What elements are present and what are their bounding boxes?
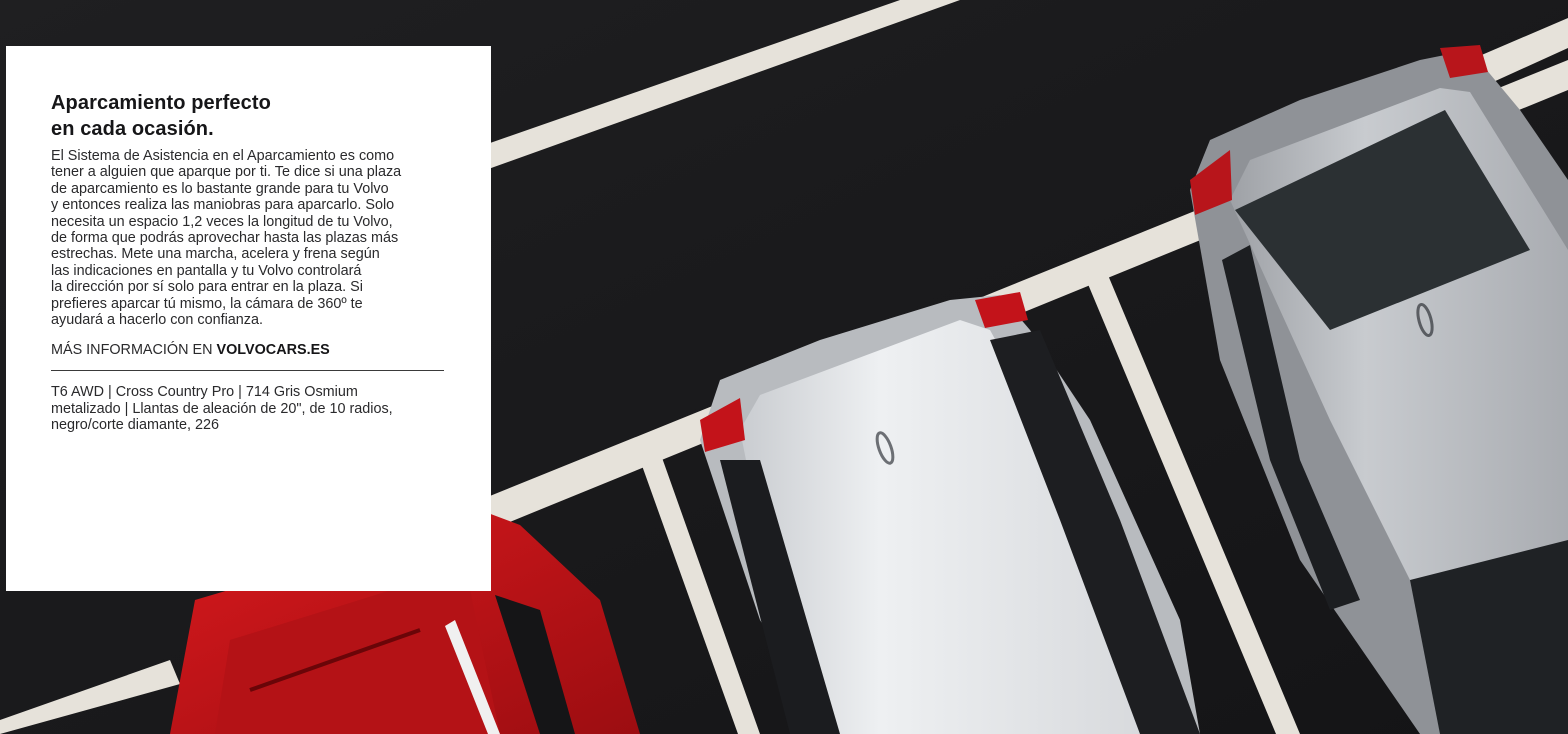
body-line: prefieres aparcar tú mismo, la cámara de…	[51, 295, 363, 312]
body-line: necesita un espacio 1,2 veces la longitu…	[51, 213, 393, 230]
vehicle-specs: T6 AWD | Cross Country Pro | 714 Gris Os…	[51, 384, 444, 433]
body-text: El Sistema de Asistencia en el Aparcamie…	[51, 148, 444, 328]
body-line: de forma que podrás aprovechar hasta las…	[51, 230, 399, 247]
body-line: tener a alguien que aparque por ti. Te d…	[51, 164, 402, 181]
more-info-link[interactable]: MÁS INFORMACIÓN EN VOLVOCARS.ES	[51, 342, 444, 358]
specs-line: negro/corte diamante, 226	[51, 417, 220, 434]
headline: Aparcamiento perfecto en cada ocasión.	[51, 90, 444, 142]
body-line: estrechas. Mete una marcha, acelera y fr…	[51, 246, 380, 263]
page: Aparcamiento perfecto en cada ocasión. E…	[0, 0, 1568, 734]
feature-card: Aparcamiento perfecto en cada ocasión. E…	[6, 46, 491, 591]
more-info-site: VOLVOCARS.ES	[216, 342, 330, 359]
body-line: El Sistema de Asistencia en el Aparcamie…	[51, 148, 395, 164]
body-line: la dirección por sí solo para entrar en …	[51, 279, 363, 296]
divider	[51, 370, 444, 372]
body-line: ayudará a hacerlo con confianza.	[51, 312, 264, 329]
specs-line: T6 AWD | Cross Country Pro | 714 Gris Os…	[51, 384, 358, 401]
headline-line-2: en cada ocasión.	[51, 118, 214, 140]
more-info-prefix: MÁS INFORMACIÓN EN	[51, 342, 217, 359]
body-line: y entonces realiza las maniobras para ap…	[51, 197, 395, 214]
headline-line-1: Aparcamiento perfecto	[51, 92, 271, 114]
body-line: las indicaciones en pantalla y tu Volvo …	[51, 262, 362, 279]
body-line: de aparcamiento es lo bastante grande pa…	[51, 180, 389, 197]
specs-line: metalizado | Llantas de aleación de 20",…	[51, 400, 393, 417]
